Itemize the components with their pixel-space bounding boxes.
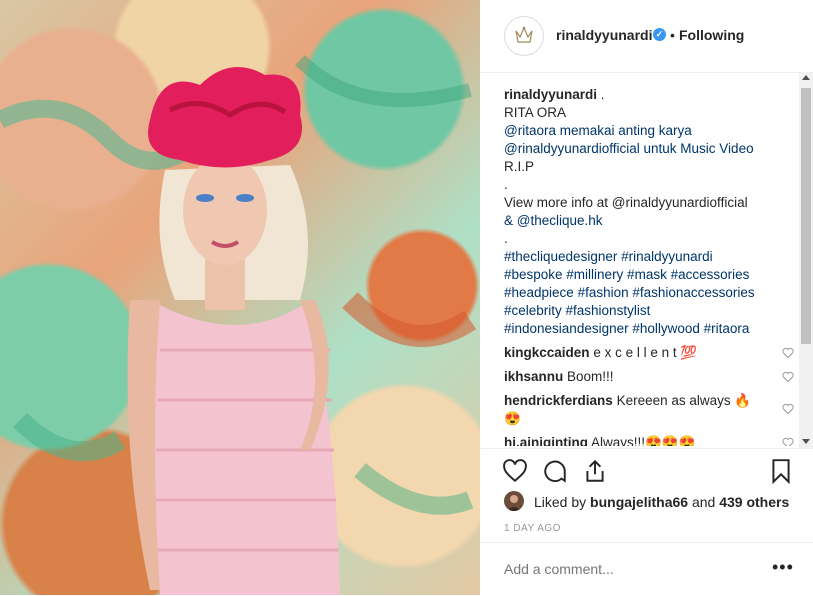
scroll-down-arrow-icon[interactable] <box>802 439 810 444</box>
header-username[interactable]: rinaldyyunardi <box>556 27 652 43</box>
likes-others[interactable]: 439 others <box>719 494 789 510</box>
comment-username[interactable]: hi.ainiginting <box>504 435 588 446</box>
liker-avatar[interactable] <box>504 491 524 511</box>
like-comment-icon[interactable] <box>782 437 794 446</box>
comment-username[interactable]: hendrickferdians <box>504 393 613 408</box>
photo-illustration <box>0 54 477 595</box>
bookmark-icon[interactable] <box>768 458 794 484</box>
comment-text: Kereeen as always 🔥 <box>616 393 752 408</box>
add-comment-bar: ••• <box>480 542 813 596</box>
like-comment-icon[interactable] <box>782 403 794 415</box>
comment-item: kingkccaiden e x c e l l e n t 💯 <box>504 344 794 362</box>
comments-scrollbar[interactable] <box>799 72 813 448</box>
hashtag-line[interactable]: #celebrity #fashionstylist <box>504 302 794 320</box>
caption-line[interactable]: & @theclique.hk <box>504 212 794 230</box>
scroll-up-arrow-icon[interactable] <box>802 75 810 80</box>
caption-line[interactable]: @ritaora memakai anting karya <box>504 122 794 140</box>
comment-username[interactable]: ikhsannu <box>504 369 563 384</box>
verified-badge-icon: ✓ <box>653 28 666 41</box>
comment-icon[interactable] <box>542 458 568 484</box>
caption-username[interactable]: rinaldyyunardi <box>504 87 597 102</box>
like-comment-icon[interactable] <box>782 347 794 359</box>
like-comment-icon[interactable] <box>782 371 794 383</box>
header-separator: • <box>670 27 675 43</box>
comment-username[interactable]: kingkccaiden <box>504 345 590 360</box>
caption-line[interactable]: View more info at @rinaldyyunardiofficia… <box>504 194 794 212</box>
profile-avatar[interactable] <box>504 16 544 56</box>
hashtag-line[interactable]: #indonesiandesigner #hollywood #ritaora <box>504 320 794 338</box>
hashtag-line[interactable]: #thecliquedesigner #rinaldyyunardi <box>504 248 794 266</box>
comment-text-continued: 😍 <box>504 411 521 426</box>
comment-item: hendrickferdians Kereeen as always 🔥 😍 <box>504 392 794 428</box>
scrollbar-thumb[interactable] <box>801 88 811 344</box>
comments-area[interactable]: rinaldyyunardi . RITA ORA @ritaora memak… <box>504 86 794 446</box>
caption-line: . <box>600 87 605 102</box>
likes-user[interactable]: bungajelitha66 <box>590 494 688 510</box>
likes-text: Liked by bungajelitha66 and 439 others <box>534 494 789 510</box>
share-icon[interactable] <box>582 458 608 484</box>
following-button[interactable]: Following <box>679 27 744 43</box>
comment-text: Always!!!😍😍😍 <box>591 435 696 446</box>
caption-line: R.I.P <box>504 159 535 174</box>
caption-line: RITA ORA <box>504 105 567 120</box>
post-photo[interactable] <box>0 0 480 595</box>
comment-text: Boom!!! <box>567 369 614 384</box>
hashtag-line[interactable]: #headpiece #fashion #fashionaccessories <box>504 284 794 302</box>
post-sidebar: rinaldyyunardi ✓ • Following rinaldyyuna… <box>480 0 813 595</box>
more-options-icon[interactable]: ••• <box>772 557 794 578</box>
hashtag-line[interactable]: #bespoke #millinery #mask #accessories <box>504 266 794 284</box>
heart-icon[interactable] <box>502 458 528 484</box>
post-header: rinaldyyunardi ✓ • Following <box>480 0 813 73</box>
likes-and: and <box>691 494 716 510</box>
comment-item: hi.ainiginting Always!!!😍😍😍 <box>504 434 794 446</box>
caption-line[interactable]: @rinaldyyunardiofficial untuk Music Vide… <box>504 140 794 158</box>
caption-line: . <box>504 177 508 192</box>
crown-logo-icon <box>515 26 533 43</box>
comment-item: ikhsannu Boom!!! <box>504 368 794 386</box>
action-bar <box>480 448 813 493</box>
caption-line: . <box>504 231 508 246</box>
comment-text: e x c e l l e n t 💯 <box>593 345 698 360</box>
add-comment-input[interactable] <box>504 561 744 577</box>
likes-prefix: Liked by <box>534 494 587 510</box>
post-timestamp[interactable]: 1 DAY AGO <box>504 523 561 534</box>
liker-avatar-image <box>507 495 521 511</box>
caption-first-line: rinaldyyunardi . <box>504 86 794 104</box>
